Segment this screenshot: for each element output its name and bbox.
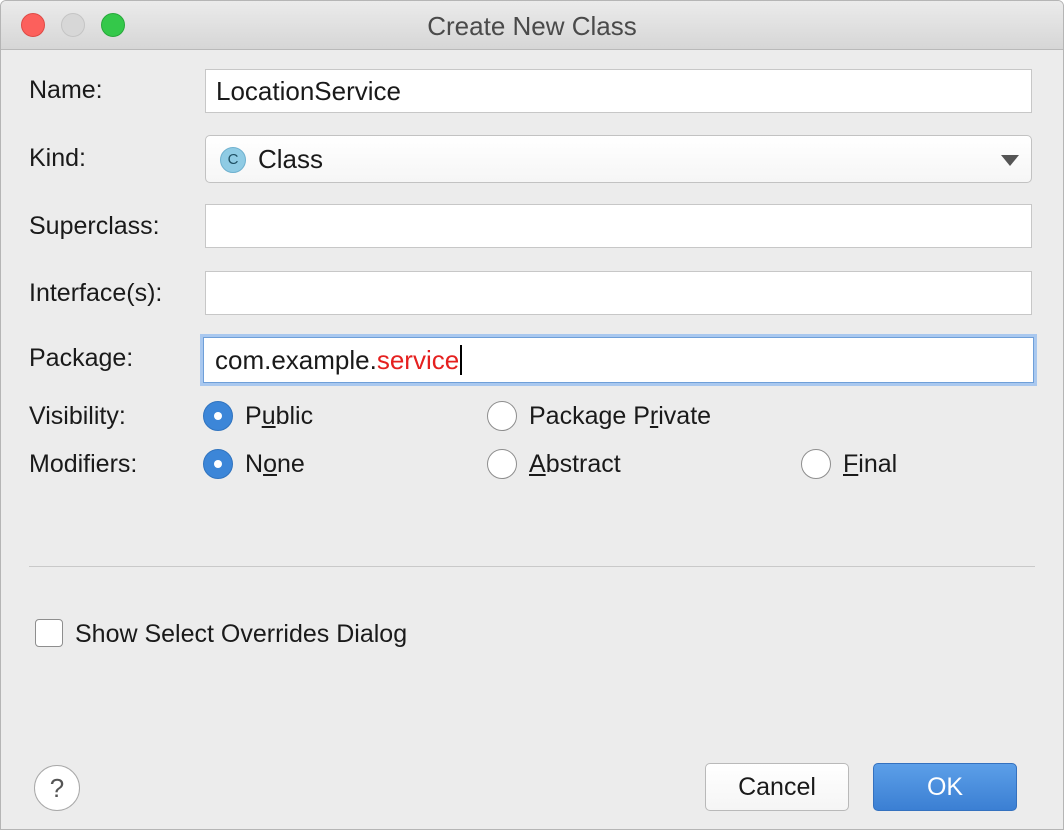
title-bar: Create New Class [1, 1, 1063, 50]
modifiers-none-radio[interactable] [203, 449, 233, 479]
package-label: Package: [29, 344, 134, 372]
modifiers-final-radio[interactable] [801, 449, 831, 479]
class-icon: C [220, 147, 246, 173]
package-value-unresolved: service [376, 345, 460, 375]
interfaces-field[interactable] [205, 271, 1032, 315]
kind-label: Kind: [29, 144, 86, 172]
chevron-down-icon [1001, 155, 1019, 166]
show-overrides-label[interactable]: Show Select Overrides Dialog [75, 620, 407, 649]
visibility-label: Visibility: [29, 402, 126, 430]
kind-select-value: Class [258, 144, 324, 174]
window-title: Create New Class [427, 11, 637, 41]
superclass-label: Superclass: [29, 212, 160, 240]
modifiers-none-label[interactable]: None [245, 450, 305, 479]
modifiers-abstract-radio[interactable] [487, 449, 517, 479]
cancel-button[interactable]: Cancel [705, 763, 849, 811]
modifiers-final-label[interactable]: Final [843, 450, 897, 479]
visibility-package-private-radio[interactable] [487, 401, 517, 431]
name-label: Name: [29, 76, 103, 104]
visibility-public-label[interactable]: Public [245, 402, 313, 431]
modifiers-abstract-label[interactable]: Abstract [529, 450, 621, 479]
create-new-class-dialog: Create New Class Name: LocationService K… [0, 0, 1064, 830]
superclass-field[interactable] [205, 204, 1032, 248]
visibility-public-radio[interactable] [203, 401, 233, 431]
visibility-package-private-label[interactable]: Package Private [529, 402, 711, 431]
help-button[interactable]: ? [34, 765, 80, 811]
text-cursor [460, 345, 463, 375]
interfaces-label: Interface(s): [29, 279, 163, 307]
kind-select[interactable]: C Class [205, 135, 1032, 183]
package-value-prefix: com.example. [215, 345, 377, 375]
show-overrides-checkbox[interactable] [35, 619, 63, 647]
modifiers-label: Modifiers: [29, 450, 138, 478]
ok-button[interactable]: OK [873, 763, 1017, 811]
name-field[interactable]: LocationService [205, 69, 1032, 113]
separator [29, 566, 1035, 567]
package-field[interactable]: com.example.service [203, 337, 1034, 383]
